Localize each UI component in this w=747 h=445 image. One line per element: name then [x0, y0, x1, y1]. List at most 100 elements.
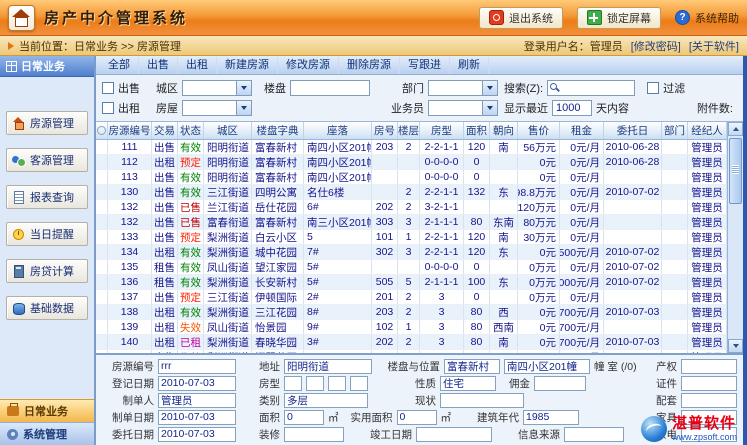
scrollbar-thumb[interactable] — [729, 138, 742, 204]
sidebar-item[interactable]: 基础数据 — [6, 296, 88, 320]
chevron-down-icon[interactable] — [482, 101, 497, 115]
table-row[interactable]: 132 出售 已售 富春衔道 富春新村 南三小区201幢 303 3 2-1-1… — [96, 215, 727, 230]
sidebar-item[interactable]: 房贷计算 — [6, 259, 88, 283]
scrollbar-track[interactable] — [728, 136, 743, 339]
lock-screen-button[interactable]: 锁定屏幕 — [577, 7, 661, 29]
chevron-down-icon[interactable] — [236, 81, 251, 95]
commission-input[interactable] — [534, 376, 586, 391]
chevron-down-icon[interactable] — [236, 101, 251, 115]
estate-location-input[interactable] — [504, 359, 590, 374]
toolbar-button[interactable]: 新建房源 — [217, 57, 278, 74]
vertical-scrollbar[interactable] — [727, 122, 743, 353]
nature-input[interactable] — [440, 376, 496, 391]
filter-checkbox[interactable] — [647, 82, 659, 94]
cell-agent: 管理员 — [688, 200, 727, 214]
toolbar-button[interactable]: 出售 — [139, 57, 178, 74]
room-type-input-4[interactable] — [350, 376, 368, 391]
department-select[interactable] — [428, 80, 498, 96]
table-row[interactable]: 111 出售 有效 阳明衔道 富春新村 南四小区201幢 203 2 2-2-1… — [96, 140, 727, 155]
column-header[interactable]: 经纪人 — [688, 122, 727, 139]
column-header[interactable]: 租金 — [560, 122, 604, 139]
usable-area-input[interactable] — [397, 410, 437, 425]
maker-input[interactable] — [158, 393, 236, 408]
sidebar-group-panel[interactable]: 日常业务 — [0, 399, 94, 422]
property-right-input[interactable] — [681, 359, 737, 374]
column-header[interactable]: 楼层 — [398, 122, 420, 139]
sidebar-group-panel[interactable]: 系统管理 — [0, 422, 94, 445]
chevron-down-icon[interactable] — [482, 81, 497, 95]
toolbar-button[interactable]: 删除房源 — [339, 57, 400, 74]
table-row[interactable]: 132 出售 已售 兰江街道 岳仕花园 6# 202 2 3-2-1-1 — [96, 200, 727, 215]
change-password-link[interactable]: [修改密码] — [631, 38, 681, 54]
build-year-input[interactable] — [523, 410, 579, 425]
column-header[interactable]: 朝向 — [490, 122, 518, 139]
address-input[interactable] — [284, 359, 372, 374]
estate-name-input[interactable] — [444, 359, 500, 374]
sidebar-item[interactable]: 客源管理 — [6, 148, 88, 172]
attachment-column-header[interactable] — [96, 122, 108, 139]
table-row[interactable]: 130 出售 有效 三江街道 四明公寓 名仕6楼 2 2-2-1-1 132 — [96, 185, 727, 200]
room-type-input-1[interactable] — [284, 376, 302, 391]
column-header[interactable]: 部门 — [662, 122, 688, 139]
column-header[interactable]: 房源编号 — [108, 122, 152, 139]
house-code-input[interactable] — [158, 359, 236, 374]
table-row[interactable]: 133 出售 预定 梨洲街道 白云小区 5 101 1 2-2-1-1 120 — [96, 230, 727, 245]
recent-days-input[interactable] — [552, 100, 592, 116]
column-header[interactable]: 面积 — [464, 122, 490, 139]
column-header[interactable]: 城区 — [204, 122, 252, 139]
certificate-input[interactable] — [681, 376, 737, 391]
complete-date-input[interactable] — [416, 427, 492, 442]
table-row[interactable]: 112 出租 预定 阳明衔道 富春新村 南四小区201幢 0-0-0-0 0 — [96, 155, 727, 170]
toolbar-button[interactable]: 修改房源 — [278, 57, 339, 74]
district-select[interactable] — [182, 80, 252, 96]
column-header[interactable]: 委托日 — [604, 122, 662, 139]
system-help-button[interactable]: 系统帮助 — [675, 10, 739, 26]
rent-checkbox[interactable] — [102, 102, 114, 114]
column-header[interactable]: 售价 — [518, 122, 560, 139]
current-status-input[interactable] — [440, 393, 524, 408]
entrust-date-input[interactable] — [158, 427, 236, 442]
register-date-input[interactable] — [158, 376, 236, 391]
make-date-input[interactable] — [158, 410, 236, 425]
sidebar-item[interactable]: 当日提醒 — [6, 222, 88, 246]
scroll-down-button[interactable] — [728, 339, 743, 353]
column-header[interactable]: 交易 — [152, 122, 178, 139]
column-header[interactable]: 房型 — [420, 122, 464, 139]
toolbar-button[interactable]: 出租 — [178, 57, 217, 74]
table-row[interactable]: 137 出售 预定 三江街道 伊顿国际 2# 201 2 3 0 — [96, 290, 727, 305]
exit-system-button[interactable]: 退出系统 — [479, 7, 563, 29]
table-row[interactable]: 140 出租 已租 梨洲街道 春晓华园 3# 202 2 3 80 南 — [96, 335, 727, 350]
search-input[interactable] — [547, 80, 635, 96]
room-type-input-2[interactable] — [306, 376, 324, 391]
toolbar-button[interactable]: 刷新 — [450, 57, 489, 74]
category-input[interactable] — [284, 393, 368, 408]
column-header[interactable]: 房号 — [372, 122, 398, 139]
facility-input[interactable] — [681, 393, 737, 408]
info-source-input[interactable] — [564, 427, 624, 442]
column-header[interactable]: 座落 — [304, 122, 372, 139]
house-select[interactable] — [182, 100, 252, 116]
table-row[interactable]: 134 出租 有效 梨洲街道 城中花园 7# 302 3 2-2-1-1 120 — [96, 245, 727, 260]
cell-layout: 0-0-0-0 — [420, 170, 464, 184]
toolbar-button[interactable]: 全部 — [100, 57, 139, 74]
column-header[interactable]: 状态 — [178, 122, 204, 139]
breadcrumb-arrow-icon — [8, 42, 14, 50]
room-type-input-3[interactable] — [328, 376, 346, 391]
decoration-input[interactable] — [284, 427, 344, 442]
estate-input[interactable] — [290, 80, 370, 96]
sidebar-item[interactable]: 报表查询 — [6, 185, 88, 209]
sidebar-item[interactable]: 房源管理 — [6, 111, 88, 135]
area-input[interactable] — [284, 410, 324, 425]
sale-checkbox[interactable] — [102, 82, 114, 94]
agent-select[interactable] — [428, 100, 498, 116]
column-header[interactable]: 楼盘字典 — [252, 122, 304, 139]
table-row[interactable]: 136 租售 有效 梨洲街道 长安新村 5# 505 5 2-1-1-1 100 — [96, 275, 727, 290]
about-software-link[interactable]: [关于软件] — [689, 38, 739, 54]
table-row[interactable]: 135 租售 有效 凤山街道 望江家园 5# 0-0-0-0 0 — [96, 260, 727, 275]
table-row[interactable]: 138 出租 有效 梨洲街道 三江花园 8# 203 2 3 80 西 — [96, 305, 727, 320]
table-row[interactable]: 139 出租 失效 凤山街道 怡景园 9# 102 1 3 80 西南 — [96, 320, 727, 335]
table-row[interactable]: 113 出售 有效 阳明衔道 富春新村 南四小区201幢 0-0-0-0 0 — [96, 170, 727, 185]
scroll-up-button[interactable] — [728, 122, 743, 136]
cell-area: 80 — [464, 320, 490, 334]
toolbar-button[interactable]: 写跟进 — [400, 57, 450, 74]
